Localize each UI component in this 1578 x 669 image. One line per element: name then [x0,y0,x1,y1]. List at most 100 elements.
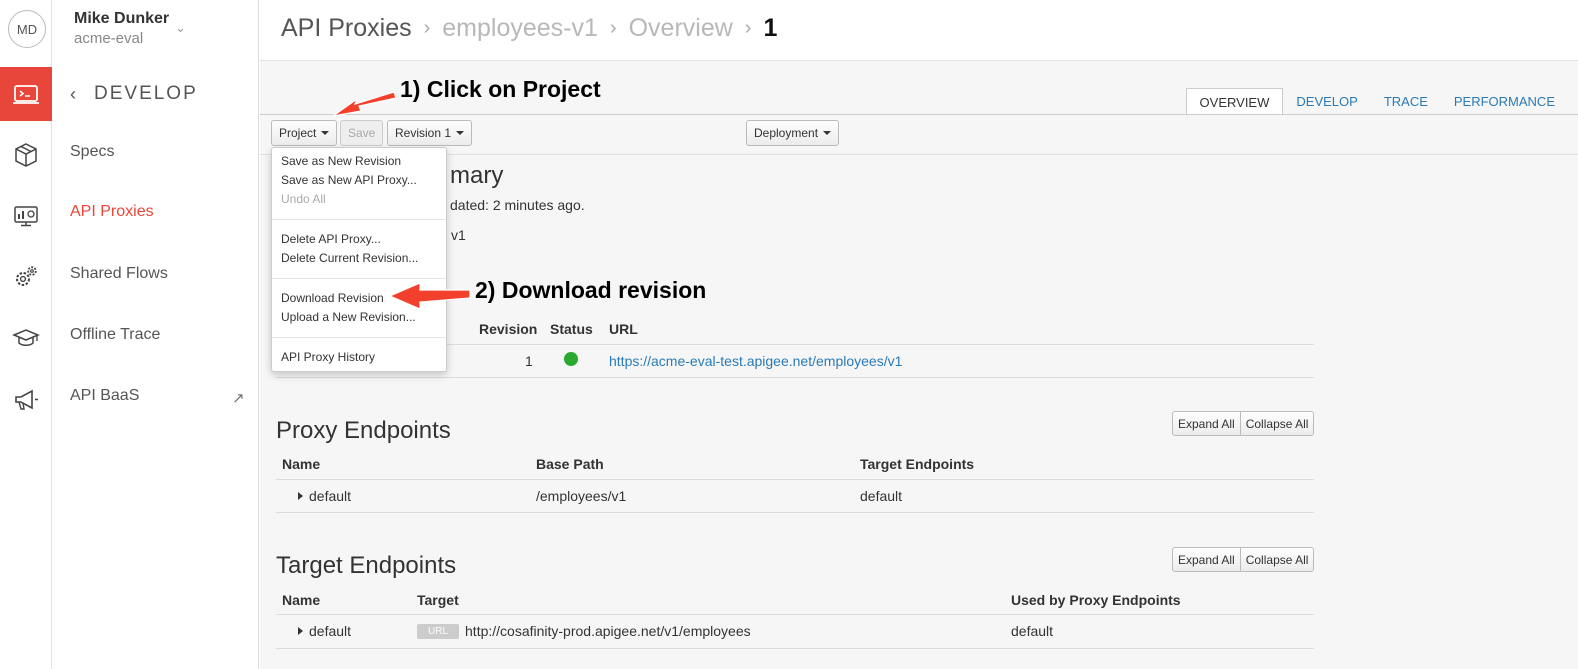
target-row-name-label: default [309,623,352,639]
proxy-header-base-path: Base Path [536,456,604,472]
deploy-revision-cell: 1 [525,353,533,369]
caret-down-icon [823,131,832,135]
status-deployed-icon [564,352,578,366]
table-divider [276,648,1314,649]
nav-item-specs[interactable]: Specs [70,143,114,161]
target-header-target: Target [417,592,459,608]
target-row-url: http://cosafinity-prod.apigee.net/v1/emp… [465,623,751,639]
top-bar: API Proxies › employees-v1 › Overview › … [260,0,1578,61]
toolbar-divider [260,114,1578,115]
learn-rail-item[interactable] [0,311,52,365]
project-dropdown-button[interactable]: Project [271,120,338,146]
project-button-label: Project [279,126,317,140]
target-header-used-by: Used by Proxy Endpoints [1011,592,1181,608]
publish-rail-item[interactable] [0,128,52,182]
menu-download-revision[interactable]: Download Revision [272,289,446,308]
expand-row-icon[interactable] [298,627,303,635]
deploy-header-status: Status [550,321,593,337]
nav-item-api-baas[interactable]: API BaaS [70,387,139,405]
tab-trace[interactable]: TRACE [1371,88,1441,115]
summary-title: mary [450,162,504,189]
target-expand-collapse: Expand All Collapse All [1172,547,1315,572]
target-endpoints-title: Target Endpoints [276,552,457,579]
proxy-expand-collapse: Expand All Collapse All [1172,411,1315,436]
summary-base: v1 [451,227,466,243]
caret-down-icon [321,131,330,135]
avatar[interactable]: MD [8,10,46,48]
chevron-left-icon[interactable]: ‹ [70,84,78,105]
table-divider [276,512,1314,513]
nav-item-offline-trace[interactable]: Offline Trace [70,326,160,344]
main-content: API Proxies › employees-v1 › Overview › … [260,0,1578,669]
breadcrumb-overview[interactable]: Overview [629,14,733,43]
proxy-endpoints-title: Proxy Endpoints [276,417,451,444]
save-button[interactable]: Save [340,120,384,146]
tab-performance[interactable]: PERFORMANCE [1441,88,1568,115]
proxy-collapse-all-button[interactable]: Collapse All [1240,411,1315,436]
breadcrumb-api-proxies[interactable]: API Proxies [281,14,412,43]
deploy-header-revision: Revision [479,321,538,337]
breadcrumb-revision: 1 [763,14,778,42]
target-collapse-all-button[interactable]: Collapse All [1240,547,1315,572]
target-expand-all-button[interactable]: Expand All [1172,547,1241,572]
announce-rail-item[interactable] [0,373,52,427]
breadcrumb-separator-icon: › [609,17,617,39]
breadcrumb-separator-icon: › [744,17,752,39]
analyze-rail-item[interactable] [0,189,52,243]
megaphone-icon [15,389,38,410]
deploy-url-link[interactable]: https://acme-eval-test.apigee.net/employ… [609,353,902,369]
menu-delete-api-proxy[interactable]: Delete API Proxy... [272,230,446,249]
icon-rail: MD [0,0,52,669]
menu-save-new-revision[interactable]: Save as New Revision [272,152,446,171]
project-menu: Save as New Revision Save as New API Pro… [271,147,447,372]
target-header-name: Name [282,592,321,608]
annotation-step-1: 1) Click on Project [400,76,601,102]
breadcrumb-proxy[interactable]: employees-v1 [442,14,598,43]
external-link-icon[interactable]: ↗ [232,389,245,407]
annotation-arrow-1 [332,91,397,117]
admin-rail-item[interactable] [0,250,52,304]
graduation-cap-icon [12,329,40,346]
table-divider [276,377,1314,378]
revision-dropdown-button[interactable]: Revision 1 [387,120,473,146]
toolbar-bottom-border [260,154,1578,155]
target-row-used-by: default [1011,623,1054,639]
user-name: Mike Dunker [74,10,170,27]
package-icon [15,143,37,167]
deployment-button-label: Deployment [754,126,819,140]
menu-undo-all: Undo All [281,192,326,206]
dashboard-icon [14,206,38,227]
target-row-name[interactable]: default [298,623,351,639]
menu-upload-new-revision[interactable]: Upload a New Revision... [272,308,446,327]
deployment-dropdown-button[interactable]: Deployment [746,120,840,146]
proxy-row-base-path: /employees/v1 [536,488,627,504]
save-button-label: Save [348,126,376,140]
breadcrumb: API Proxies › employees-v1 › Overview › … [281,14,777,43]
menu-divider [272,219,446,220]
table-divider [276,614,1314,615]
expand-row-icon[interactable] [298,492,303,500]
proxy-row-name[interactable]: default [298,488,351,504]
table-divider [276,479,1314,480]
tab-overview[interactable]: OVERVIEW [1185,88,1284,115]
menu-delete-current-revision[interactable]: Delete Current Revision... [272,249,446,268]
deploy-header-url: URL [609,321,638,337]
proxy-row-target: default [860,488,903,504]
url-badge: URL [417,624,460,639]
revision-button-label: Revision 1 [395,126,452,140]
nav-panel: Mike Dunker acme-eval ⌄ ‹ DEVELOP Specs … [52,0,259,669]
nav-section-title: DEVELOP [94,83,198,104]
nav-section-header[interactable]: ‹ DEVELOP [70,83,198,105]
develop-rail-item[interactable] [0,67,52,121]
menu-save-new-api-proxy[interactable]: Save as New API Proxy... [272,171,446,190]
user-menu[interactable]: Mike Dunker acme-eval [74,10,169,47]
menu-divider [272,278,446,279]
proxy-expand-all-button[interactable]: Expand All [1172,411,1241,436]
terminal-icon [13,85,39,104]
chevron-down-icon[interactable]: ⌄ [175,20,186,36]
nav-item-api-proxies[interactable]: API Proxies [70,203,154,221]
tab-develop[interactable]: DEVELOP [1283,88,1370,115]
menu-api-proxy-history[interactable]: API Proxy History [272,348,446,367]
nav-item-shared-flows[interactable]: Shared Flows [70,265,168,283]
user-org: acme-eval [74,30,144,47]
